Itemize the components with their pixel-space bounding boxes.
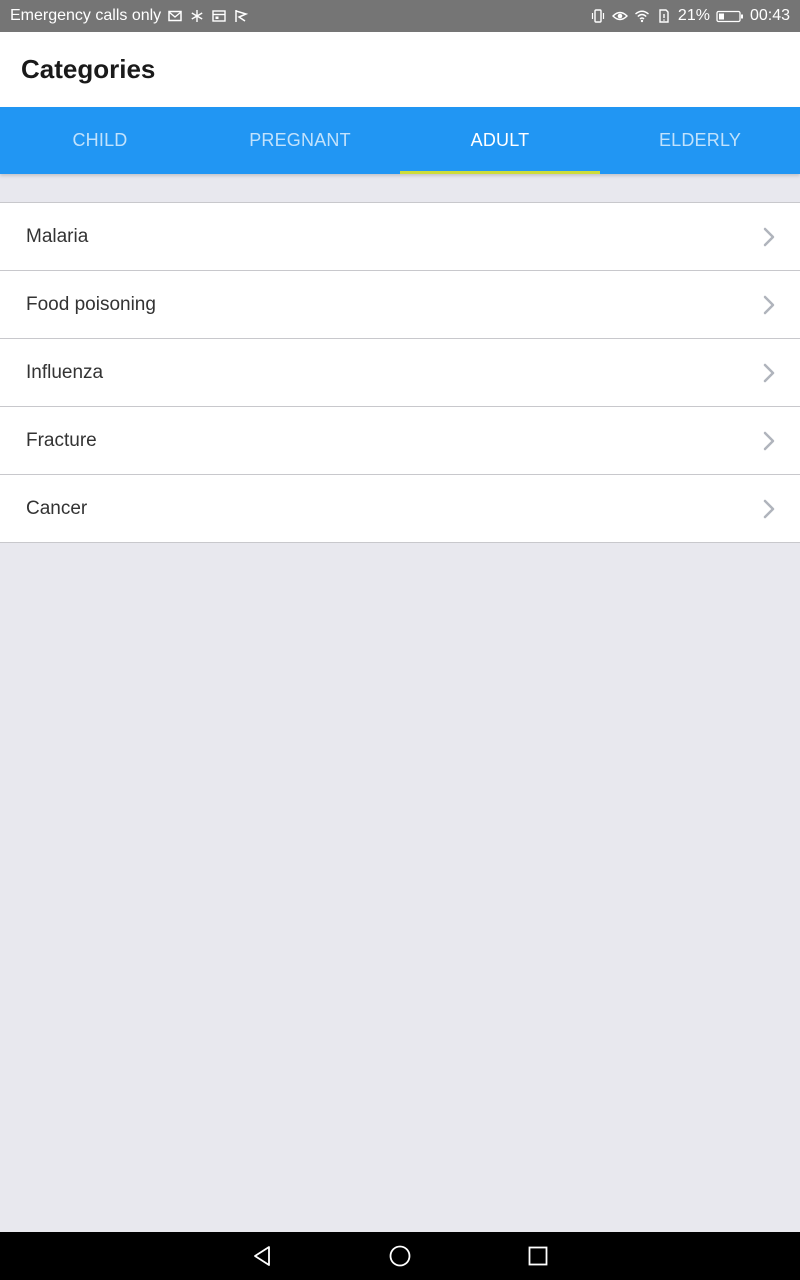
mail-icon	[167, 8, 183, 24]
clock: 00:43	[749, 7, 790, 24]
carrier-text: Emergency calls only	[10, 7, 162, 24]
chevron-right-icon	[762, 499, 776, 519]
home-icon[interactable]	[388, 1244, 412, 1268]
list-item-food-poisoning[interactable]: Food poisoning	[0, 271, 800, 339]
recents-icon[interactable]	[526, 1244, 550, 1268]
navigation-bar	[0, 1232, 800, 1280]
flag-icon	[233, 8, 249, 24]
battery-icon	[716, 8, 744, 24]
wifi-icon	[634, 8, 650, 24]
tab-indicator	[400, 171, 600, 174]
list-item-cancer[interactable]: Cancer	[0, 475, 800, 543]
screen: Emergency calls only 21% 00:43 Categorie…	[0, 0, 800, 1280]
list-item-label: Influenza	[26, 361, 104, 383]
list-item-label: Cancer	[26, 497, 88, 519]
status-left: Emergency calls only	[10, 7, 249, 25]
calendar-icon	[211, 8, 227, 24]
tab-adult[interactable]: ADULT	[400, 107, 600, 174]
tab-label: ADULT	[470, 130, 530, 150]
category-list: Malaria Food poisoning Influenza Fractur…	[0, 202, 800, 543]
sim-icon	[656, 8, 672, 24]
chevron-right-icon	[762, 431, 776, 451]
vibrate-icon	[590, 8, 606, 24]
list-item-label: Malaria	[26, 225, 89, 247]
app-bar: Categories	[0, 32, 800, 107]
list-item-label: Fracture	[26, 429, 97, 451]
chevron-right-icon	[762, 227, 776, 247]
list-item-influenza[interactable]: Influenza	[0, 339, 800, 407]
tab-label: CHILD	[72, 130, 128, 150]
status-right: 21% 00:43	[590, 7, 790, 25]
snowflake-icon	[189, 8, 205, 24]
back-icon[interactable]	[250, 1244, 274, 1268]
list-item-malaria[interactable]: Malaria	[0, 203, 800, 271]
status-bar: Emergency calls only 21% 00:43	[0, 0, 800, 32]
tab-pregnant[interactable]: PREGNANT	[200, 107, 400, 174]
tab-label: PREGNANT	[249, 130, 351, 150]
battery-percent: 21%	[677, 7, 710, 24]
tab-label: ELDERLY	[658, 130, 742, 150]
chevron-right-icon	[762, 363, 776, 383]
list-item-fracture[interactable]: Fracture	[0, 407, 800, 475]
eye-icon	[611, 8, 628, 24]
page-title: Categories	[21, 54, 156, 84]
tab-bar: CHILD PREGNANT ADULT ELDERLY	[0, 107, 800, 174]
tab-child[interactable]: CHILD	[0, 107, 200, 174]
list-item-label: Food poisoning	[26, 293, 156, 315]
chevron-right-icon	[762, 295, 776, 315]
tab-elderly[interactable]: ELDERLY	[600, 107, 800, 174]
